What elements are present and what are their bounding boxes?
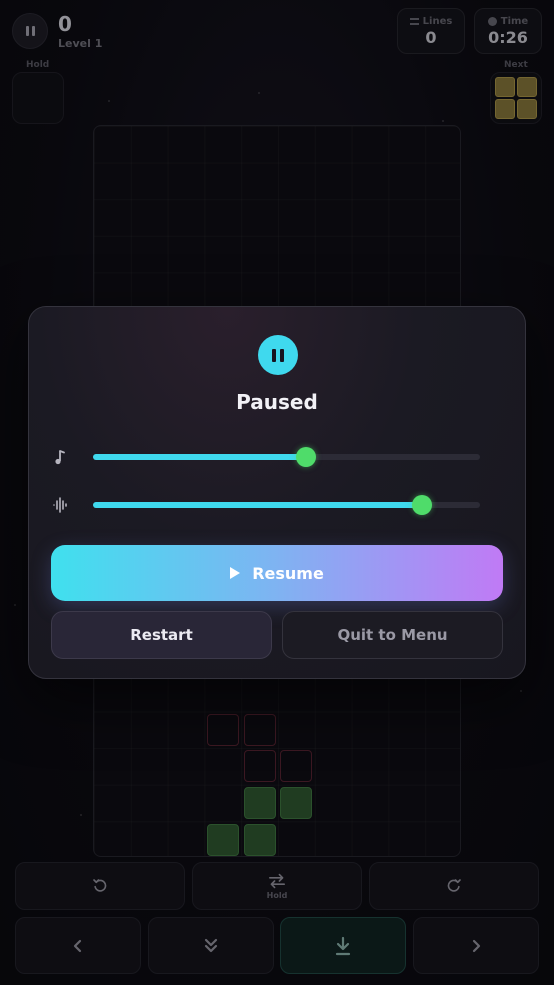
music-volume-fill [93,454,306,460]
sfx-volume-slider[interactable] [93,495,480,515]
pause-badge [258,335,298,375]
play-icon [230,567,241,579]
sfx-volume-thumb[interactable] [411,495,432,515]
music-volume-row [53,447,483,467]
resume-button[interactable]: Resume [51,545,503,601]
dialog-title: Paused [236,390,318,414]
waveform-icon [53,497,67,513]
restart-button[interactable]: Restart [51,611,272,659]
pause-dialog: Paused Resume Restart Quit to Menu [28,306,526,679]
sfx-volume-fill [93,502,422,508]
sfx-volume-row [53,495,483,515]
music-volume-thumb[interactable] [295,447,316,467]
music-volume-slider[interactable] [93,447,480,467]
pause-icon [272,348,284,362]
quit-to-menu-button[interactable]: Quit to Menu [282,611,503,659]
music-note-icon [55,450,65,465]
resume-label: Resume [252,563,324,583]
